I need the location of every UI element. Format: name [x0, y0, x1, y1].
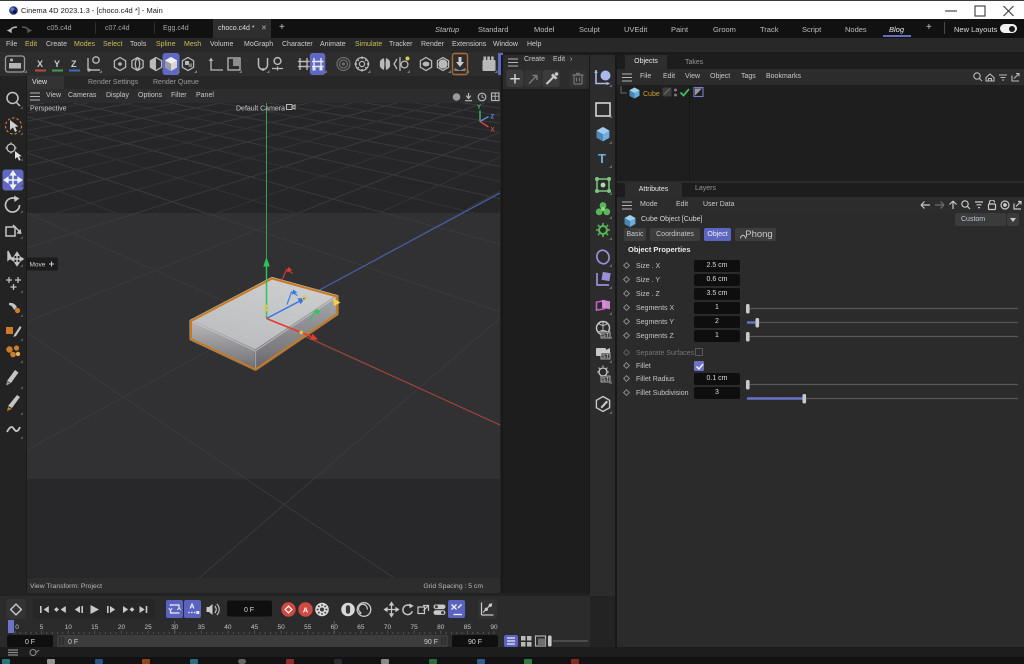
svg-text:25: 25 — [144, 624, 152, 631]
svg-text:90 F: 90 F — [468, 639, 482, 646]
svg-text:Cube: Cube — [643, 91, 660, 98]
svg-text:0: 0 — [15, 624, 19, 631]
svg-text:X: X — [37, 59, 43, 69]
svg-text:0 F: 0 F — [244, 607, 254, 614]
svg-text:75: 75 — [410, 624, 418, 631]
svg-text:0 F: 0 F — [68, 639, 78, 646]
svg-text:0 F: 0 F — [25, 639, 35, 646]
svg-text:10: 10 — [65, 624, 73, 631]
svg-text:ST: ST — [602, 333, 610, 339]
svg-text:45: 45 — [251, 624, 259, 631]
svg-text:ST: ST — [602, 377, 610, 383]
svg-text:Z: Z — [491, 115, 495, 121]
svg-text:Move: Move — [30, 262, 46, 269]
svg-text:A: A — [303, 606, 309, 615]
svg-text:90 F: 90 F — [424, 639, 438, 646]
svg-text:X: X — [491, 128, 495, 134]
svg-text:20: 20 — [118, 624, 126, 631]
svg-text:80: 80 — [437, 624, 445, 631]
svg-text:View Transform: Project: View Transform: Project — [30, 583, 102, 590]
svg-text:Perspective: Perspective — [30, 106, 67, 113]
svg-text:Z: Z — [71, 59, 77, 69]
svg-text:ST: ST — [602, 354, 610, 360]
svg-text:15: 15 — [91, 624, 99, 631]
svg-text:50: 50 — [277, 624, 285, 631]
svg-text:Grid Spacing : 5 cm: Grid Spacing : 5 cm — [423, 583, 483, 590]
svg-text:40: 40 — [224, 624, 232, 631]
svg-text:85: 85 — [464, 624, 472, 631]
svg-text:A: A — [440, 60, 446, 69]
svg-text:35: 35 — [198, 624, 206, 631]
svg-text:55: 55 — [304, 624, 312, 631]
svg-text:90: 90 — [490, 624, 498, 631]
svg-text:T: T — [598, 151, 606, 166]
svg-text:A: A — [190, 604, 195, 611]
svg-text:5: 5 — [40, 624, 44, 631]
svg-text:Y: Y — [477, 105, 481, 111]
svg-text:Default Camera: Default Camera — [236, 106, 285, 113]
svg-text:65: 65 — [357, 624, 365, 631]
svg-text:70: 70 — [384, 624, 392, 631]
svg-text:Y: Y — [54, 59, 60, 69]
